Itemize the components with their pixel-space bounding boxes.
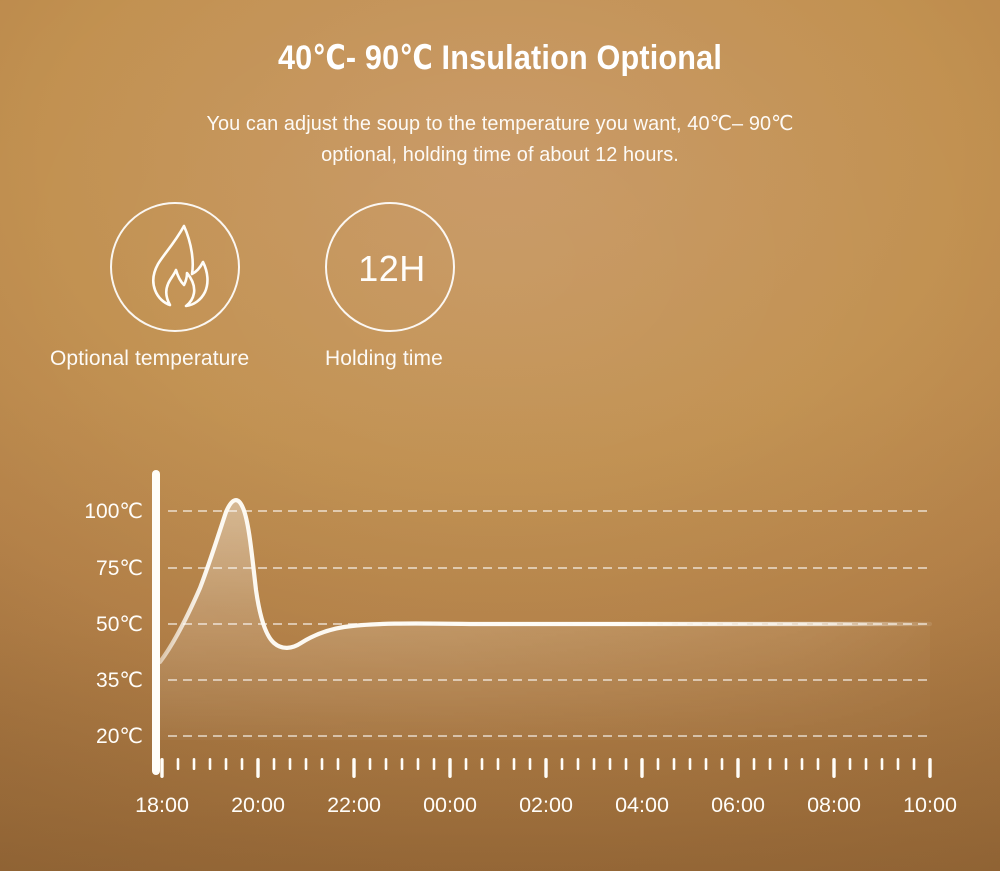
- x-tick-minor: [816, 758, 820, 770]
- x-tick-minor: [560, 758, 564, 770]
- x-tick-minor: [672, 758, 676, 770]
- x-tick-minor: [208, 758, 212, 770]
- x-tick-minor: [688, 758, 692, 770]
- chart-x-tick-labels: 18:00 20:00 22:00 00:00 02:00 04:00 06:0…: [135, 793, 957, 817]
- y-tick-label: 20℃: [96, 725, 143, 748]
- x-tick-label: 08:00: [807, 793, 861, 817]
- x-tick-major: [256, 758, 260, 778]
- x-tick-minor: [576, 758, 580, 770]
- x-tick-label: 22:00: [327, 793, 381, 817]
- hours-icon: 12H: [358, 248, 426, 289]
- x-tick-minor: [320, 758, 324, 770]
- y-tick-label: 100℃: [84, 500, 143, 523]
- x-tick-major: [448, 758, 452, 778]
- x-tick-minor: [528, 758, 532, 770]
- x-tick-minor: [656, 758, 660, 770]
- x-tick-minor: [896, 758, 900, 770]
- x-tick-minor: [416, 758, 420, 770]
- feature-circle-temperature: [110, 202, 240, 332]
- feature-circle-holding-time: 12H: [325, 202, 455, 332]
- x-tick-minor: [592, 758, 596, 770]
- subtitle-line-1: You can adjust the soup to the temperatu…: [206, 112, 794, 135]
- temperature-chart: 100℃ 75℃ 50℃ 35℃ 20℃ 18:00 20:00 22:00 0…: [0, 440, 1000, 840]
- x-tick-minor: [480, 758, 484, 770]
- x-tick-minor: [272, 758, 276, 770]
- x-tick-major: [160, 758, 164, 778]
- insulation-infographic: 40℃- 90℃ Insulation Optional You can adj…: [0, 0, 1000, 871]
- x-tick-major: [544, 758, 548, 778]
- x-tick-major: [832, 758, 836, 778]
- y-tick-label: 50℃: [96, 613, 143, 636]
- x-tick-minor: [176, 758, 180, 770]
- chart-x-ticks: [160, 758, 932, 778]
- feature-label-temperature: Optional temperature: [50, 347, 250, 370]
- x-tick-minor: [608, 758, 612, 770]
- chart-y-tick-labels: 100℃ 75℃ 50℃ 35℃ 20℃: [84, 500, 143, 748]
- x-tick-minor: [704, 758, 708, 770]
- y-tick-label: 75℃: [96, 557, 143, 580]
- x-tick-minor: [624, 758, 628, 770]
- x-tick-major: [640, 758, 644, 778]
- x-tick-minor: [768, 758, 772, 770]
- y-tick-label: 35℃: [96, 669, 143, 692]
- x-tick-minor: [720, 758, 724, 770]
- x-tick-major: [352, 758, 356, 778]
- x-tick-minor: [432, 758, 436, 770]
- chart-y-axis: [152, 470, 160, 775]
- x-tick-minor: [880, 758, 884, 770]
- subtitle-line-2: optional, holding time of about 12 hours…: [321, 143, 679, 166]
- flame-icon: [112, 204, 238, 334]
- x-tick-major: [736, 758, 740, 778]
- x-tick-minor: [800, 758, 804, 770]
- x-tick-minor: [464, 758, 468, 770]
- x-tick-minor: [224, 758, 228, 770]
- x-tick-label: 04:00: [615, 793, 669, 817]
- x-tick-label: 18:00: [135, 793, 189, 817]
- x-tick-minor: [192, 758, 196, 770]
- chart-area-fill: [160, 500, 930, 740]
- x-tick-minor: [400, 758, 404, 770]
- x-tick-minor: [496, 758, 500, 770]
- x-tick-minor: [304, 758, 308, 770]
- x-tick-label: 20:00: [231, 793, 285, 817]
- x-tick-label: 06:00: [711, 793, 765, 817]
- x-tick-label: 00:00: [423, 793, 477, 817]
- x-tick-major: [928, 758, 932, 778]
- x-tick-minor: [512, 758, 516, 770]
- x-tick-minor: [368, 758, 372, 770]
- x-tick-minor: [912, 758, 916, 770]
- x-tick-minor: [288, 758, 292, 770]
- x-tick-minor: [848, 758, 852, 770]
- x-tick-label: 02:00: [519, 793, 573, 817]
- x-tick-minor: [240, 758, 244, 770]
- feature-label-holding-time: Holding time: [325, 347, 443, 370]
- x-tick-minor: [336, 758, 340, 770]
- x-tick-minor: [752, 758, 756, 770]
- x-tick-minor: [784, 758, 788, 770]
- x-tick-minor: [864, 758, 868, 770]
- page-subtitle: You can adjust the soup to the temperatu…: [151, 108, 849, 170]
- page-title: 40℃- 90℃ Insulation Optional: [277, 39, 723, 77]
- x-tick-label: 10:00: [903, 793, 957, 817]
- x-tick-minor: [384, 758, 388, 770]
